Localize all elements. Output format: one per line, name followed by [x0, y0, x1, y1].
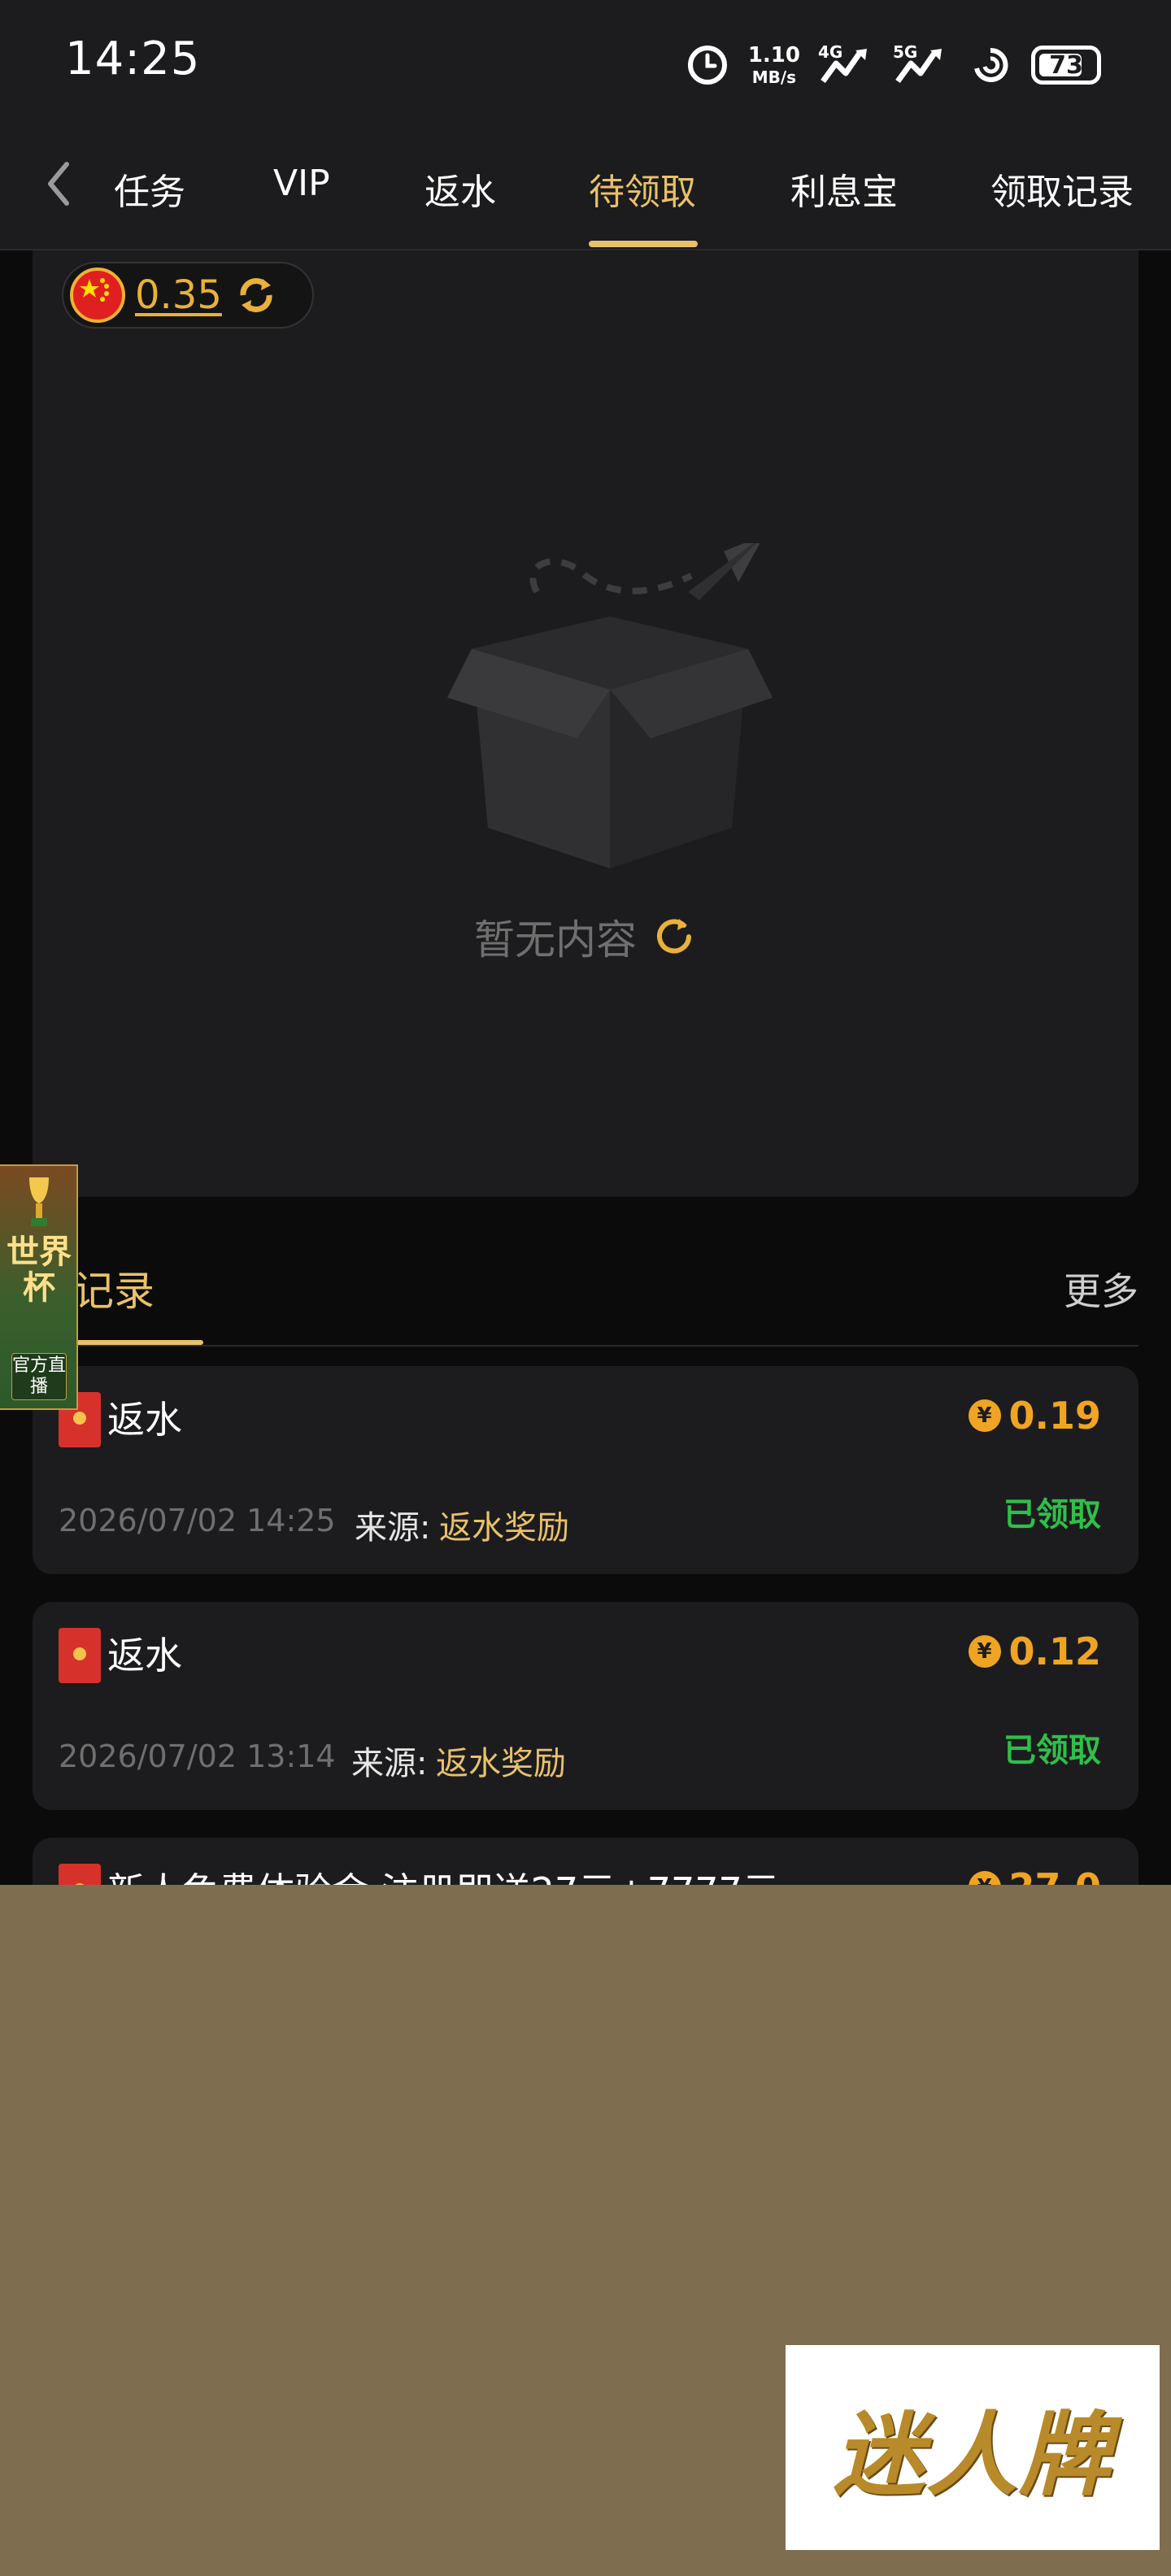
tab-interest[interactable]: 利息宝	[790, 163, 898, 215]
battery-icon: 73	[1031, 46, 1101, 85]
hotspot-icon	[968, 42, 1013, 88]
tab-rebate[interactable]: 返水	[424, 163, 496, 215]
signal-5g-icon: 5G	[893, 42, 950, 88]
record-amount: ¥ 0.19	[968, 1394, 1102, 1438]
more-link[interactable]: 更多	[1064, 1262, 1138, 1316]
pending-content-panel: 0.35 暂无内容	[33, 250, 1138, 1197]
back-button[interactable]	[36, 153, 81, 215]
status-icons: 1.10 MB/s 4G 5G 73	[685, 37, 1101, 93]
record-time: 2026/07/02 13:14	[59, 1738, 336, 1774]
brand-watermark: 迷人牌	[786, 2345, 1160, 2550]
chevron-left-icon	[48, 162, 69, 206]
yen-icon: ¥	[968, 1399, 1001, 1432]
trophy-icon	[29, 1177, 49, 1226]
record-source: 返水奖励	[439, 1509, 569, 1547]
network-speed-unit: MB/s	[751, 67, 797, 87]
active-tab-indicator	[589, 241, 698, 247]
tab-vip[interactable]: VIP	[273, 163, 330, 204]
record-amount-value: 0.19	[1008, 1394, 1102, 1438]
empty-state: 暂无内容	[33, 907, 1138, 966]
refresh-balance-icon[interactable]	[232, 271, 281, 320]
tab-claim-history[interactable]: 领取记录	[990, 163, 1134, 215]
record-status: 已领取	[1003, 1732, 1101, 1769]
record-amount-value: 0.12	[1008, 1630, 1102, 1673]
section-title-indicator	[65, 1340, 203, 1345]
tabs-header: 任务 VIP 返水 待领取 利息宝 领取记录	[0, 130, 1171, 250]
record-title: 返水	[107, 1398, 182, 1442]
empty-state-text: 暂无内容	[474, 916, 637, 964]
status-bar: 14:25 1.10 MB/s 4G 5G 73	[0, 0, 1171, 130]
network-speed: 1.10 MB/s	[748, 45, 800, 85]
china-flag-icon	[70, 268, 125, 323]
alarm-icon	[685, 42, 730, 88]
tab-tasks[interactable]: 任务	[114, 163, 185, 215]
balance-chip[interactable]: 0.35	[62, 262, 314, 329]
record-card[interactable]: 返水 ¥ 0.12 2026/07/02 13:14 来源: 返水奖励 已领取	[33, 1602, 1138, 1810]
record-title: 返水	[107, 1634, 182, 1677]
world-cup-subtitle: 官方直播	[11, 1353, 67, 1400]
empty-box-icon	[447, 543, 773, 868]
record-card[interactable]: 返水 ¥ 0.19 2026/07/02 14:25 来源: 返水奖励 已领取	[33, 1366, 1138, 1574]
tab-pending[interactable]: 待领取	[589, 163, 696, 215]
network-speed-value: 1.10	[747, 43, 800, 67]
record-amount: ¥ 0.12	[968, 1630, 1102, 1673]
record-source: 返水奖励	[436, 1745, 566, 1782]
reload-icon[interactable]	[651, 914, 697, 959]
world-cup-live-banner[interactable]: 世界杯 官方直播	[0, 1164, 78, 1410]
status-time: 14:25	[65, 33, 201, 85]
record-source-label: 来源:	[355, 1509, 431, 1547]
record-time: 2026/07/02 14:25	[59, 1503, 336, 1538]
battery-level: 73	[1049, 50, 1083, 80]
yen-icon: ¥	[968, 1635, 1001, 1668]
records-section-header: 取记录 更多	[33, 1220, 1138, 1347]
world-cup-title: 世界杯	[7, 1234, 72, 1307]
record-source-label: 来源:	[351, 1745, 428, 1782]
record-status: 已领取	[1003, 1496, 1101, 1534]
brand-name: 迷人牌	[834, 2402, 1112, 2509]
signal-4g-icon: 4G	[818, 42, 875, 88]
red-envelope-icon	[59, 1628, 101, 1683]
balance-value[interactable]: 0.35	[135, 272, 222, 318]
